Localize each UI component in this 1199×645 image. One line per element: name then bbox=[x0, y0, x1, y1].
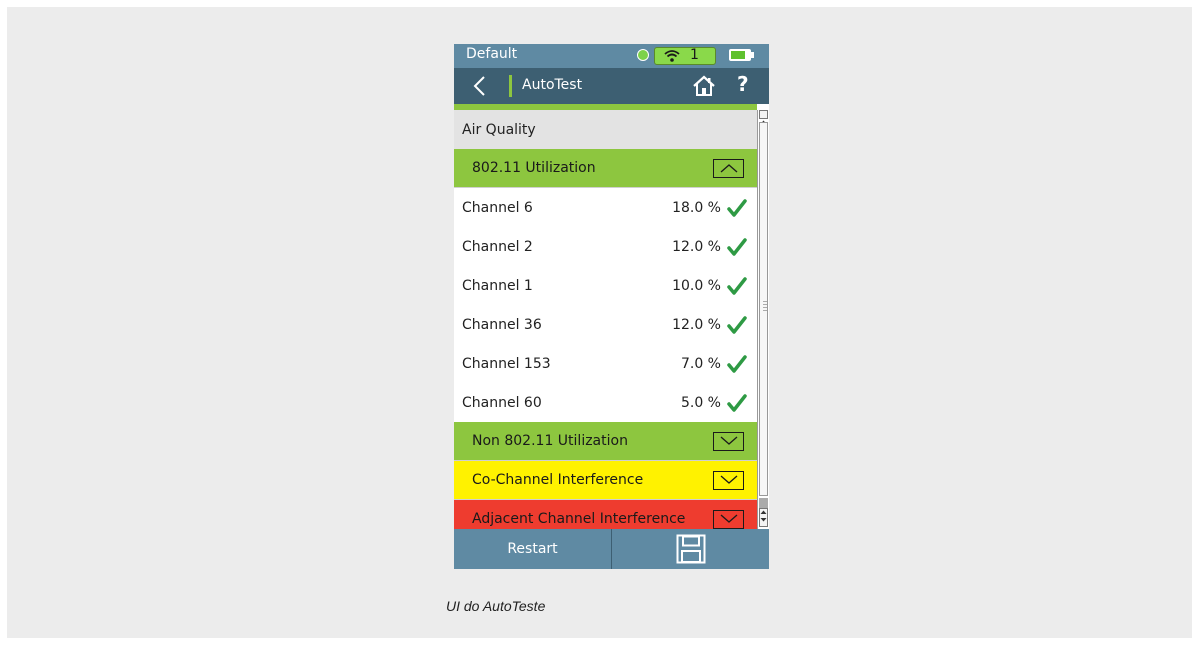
restart-button[interactable]: Restart bbox=[454, 529, 612, 569]
scroll-up-button[interactable] bbox=[759, 110, 768, 124]
chevron-down-icon bbox=[720, 514, 737, 523]
group-label: Non 802.11 Utilization bbox=[472, 433, 628, 449]
header-divider bbox=[509, 75, 512, 97]
save-icon bbox=[676, 534, 705, 564]
channel-utilization: 7.0 % bbox=[680, 355, 721, 372]
check-icon bbox=[727, 393, 747, 412]
channel-name: Channel 153 bbox=[462, 355, 551, 372]
channel-utilization: 12.0 % bbox=[672, 316, 721, 333]
battery-icon bbox=[729, 49, 754, 61]
channel-row: Channel 60 5.0 % bbox=[454, 383, 757, 422]
list-scrollbar[interactable] bbox=[757, 110, 769, 529]
scroll-thumb[interactable] bbox=[759, 122, 768, 496]
figure-caption: UI do AutoTeste bbox=[446, 598, 546, 614]
wifi-icon bbox=[664, 50, 680, 62]
arrow-up-icon bbox=[760, 510, 767, 514]
chevron-down-icon bbox=[720, 436, 737, 445]
wifi-badge[interactable]: 1 bbox=[654, 47, 716, 65]
expand-button[interactable] bbox=[713, 509, 744, 529]
page-title: AutoTest bbox=[522, 77, 583, 93]
channel-row: Channel 1 10.0 % bbox=[454, 266, 757, 305]
status-indicator-icon bbox=[637, 49, 649, 61]
check-icon bbox=[727, 198, 747, 217]
channel-name: Channel 1 bbox=[462, 277, 533, 294]
expand-button[interactable] bbox=[713, 470, 744, 490]
scroll-down-button[interactable] bbox=[759, 508, 768, 527]
check-icon bbox=[727, 315, 747, 334]
group-non-802-11-utilization[interactable]: Non 802.11 Utilization bbox=[454, 422, 757, 461]
channel-utilization: 18.0 % bbox=[672, 199, 721, 216]
status-bar: Default 1 bbox=[454, 44, 769, 68]
home-icon[interactable] bbox=[692, 75, 716, 97]
group-co-channel-interference[interactable]: Co-Channel Interference bbox=[454, 461, 757, 500]
group-adjacent-channel-interference[interactable]: Adjacent Channel Interference bbox=[454, 500, 757, 529]
chevron-up-icon bbox=[720, 164, 737, 173]
page-background: Default 1 AutoTest ? Air Quality 802.11 … bbox=[7, 7, 1192, 638]
results-list: Air Quality 802.11 Utilization Channel 6… bbox=[454, 104, 757, 529]
scroll-track[interactable] bbox=[759, 498, 768, 508]
group-label: 802.11 Utilization bbox=[472, 160, 596, 176]
wifi-count: 1 bbox=[690, 47, 699, 63]
channel-utilization: 12.0 % bbox=[672, 238, 721, 255]
device-screen: Default 1 AutoTest ? Air Quality 802.11 … bbox=[454, 44, 769, 569]
channel-row: Channel 36 12.0 % bbox=[454, 305, 757, 344]
check-icon bbox=[727, 354, 747, 373]
action-bar: Restart bbox=[454, 529, 769, 569]
arrow-down-icon bbox=[760, 518, 767, 522]
section-title: Air Quality bbox=[454, 110, 757, 149]
expand-button[interactable] bbox=[713, 431, 744, 451]
app-header: AutoTest ? bbox=[454, 68, 769, 104]
channel-name: Channel 60 bbox=[462, 394, 542, 411]
group-label: Co-Channel Interference bbox=[472, 472, 644, 488]
chevron-left-icon[interactable] bbox=[470, 75, 490, 97]
collapse-button[interactable] bbox=[713, 158, 744, 178]
check-icon bbox=[727, 276, 747, 295]
help-button[interactable]: ? bbox=[737, 72, 749, 96]
channel-row: Channel 153 7.0 % bbox=[454, 344, 757, 383]
channel-utilization: 10.0 % bbox=[672, 277, 721, 294]
channel-name: Channel 2 bbox=[462, 238, 533, 255]
channel-utilization: 5.0 % bbox=[680, 394, 721, 411]
channel-name: Channel 6 bbox=[462, 199, 533, 216]
channel-row: Channel 6 18.0 % bbox=[454, 188, 757, 227]
chevron-down-icon bbox=[720, 475, 737, 484]
save-button[interactable] bbox=[612, 529, 769, 569]
group-label: Adjacent Channel Interference bbox=[472, 511, 686, 527]
group-802-11-utilization[interactable]: 802.11 Utilization bbox=[454, 149, 757, 188]
check-icon bbox=[727, 237, 747, 256]
channel-name: Channel 36 bbox=[462, 316, 542, 333]
channel-row: Channel 2 12.0 % bbox=[454, 227, 757, 266]
profile-name: Default bbox=[466, 46, 518, 62]
scroll-grip bbox=[763, 301, 767, 313]
